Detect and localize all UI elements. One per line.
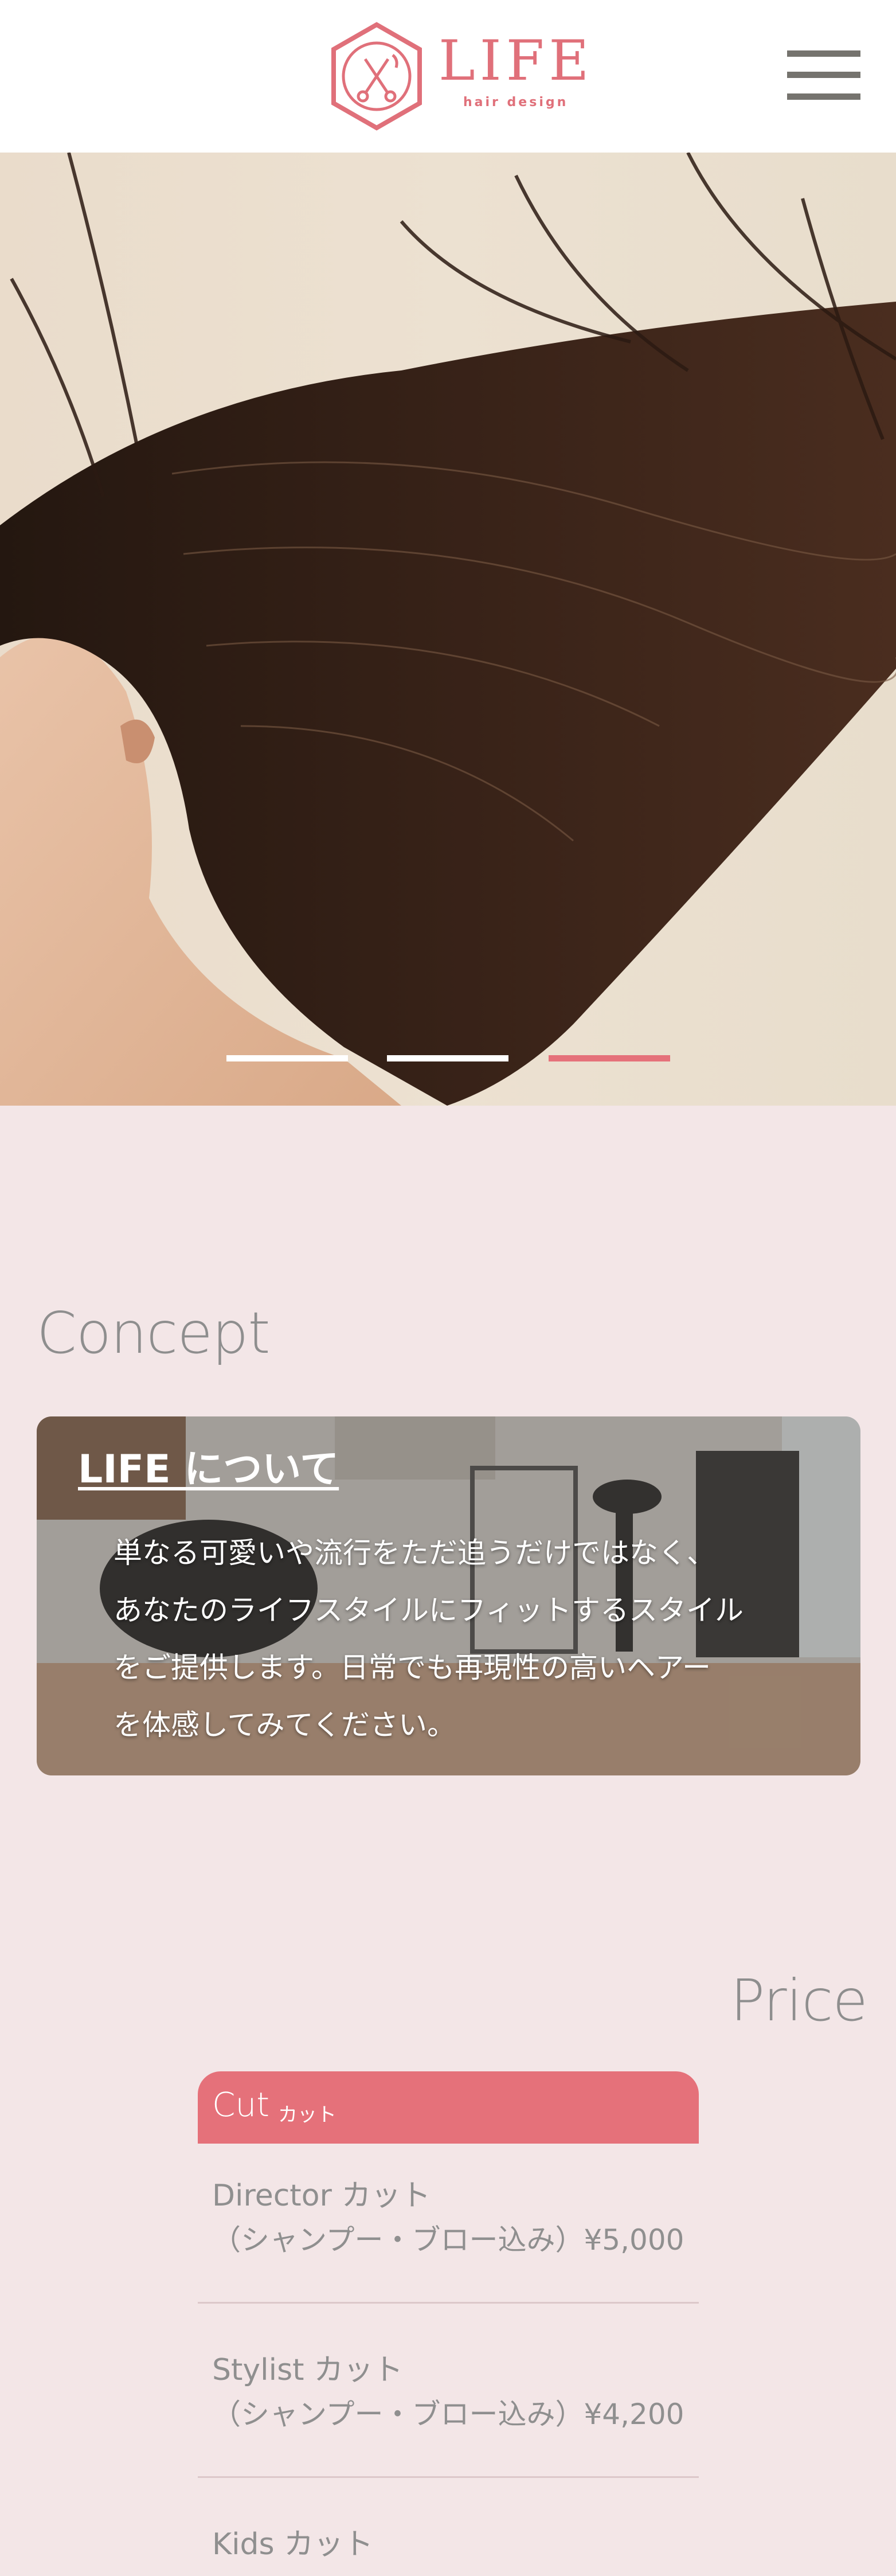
hamburger-menu-button[interactable] <box>787 50 860 100</box>
logo-text[interactable]: LIFE <box>439 33 593 88</box>
hero-image-woman-flowing-hair <box>0 153 896 1106</box>
price-item-name: Kids カット <box>212 2527 374 2562</box>
price-section-title: Price <box>730 1967 868 2034</box>
menu-bar-icon <box>787 72 860 78</box>
menu-bar-icon <box>787 50 860 57</box>
divider <box>198 2476 699 2478</box>
price-item: Stylist カット （シャンプー・ブロー込み）¥4,200 <box>198 2345 699 2460</box>
price-category-name: Cut <box>212 2085 269 2124</box>
price-item-detail: （シャンプー・ブロー込み）¥4,200 <box>212 2398 684 2431</box>
concept-text-line: 単なる可愛いや流行をただ追うだけではなく、 <box>114 1536 715 1570</box>
concept-section-title: Concept <box>37 1299 271 1367</box>
price-category-name-jp: カット <box>278 2103 337 2126</box>
menu-bar-icon <box>787 93 860 100</box>
concept-text-line: あなたのライフスタイルにフィットするスタイル <box>114 1594 744 1627</box>
price-item-detail: （シャンプー・ブロー込み）¥5,000 <box>212 2223 684 2257</box>
slider-dot-1[interactable] <box>226 1055 348 1061</box>
price-item-name: Director カット <box>212 2179 431 2213</box>
slider-dot-3[interactable] <box>549 1055 670 1061</box>
logo-hexagon-scissors-icon[interactable] <box>325 22 428 131</box>
slider-dot-2[interactable] <box>387 1055 508 1061</box>
concept-text-line: をご提供します。日常でも再現性の高いヘアー <box>114 1651 711 1684</box>
concept-text-line: を体感してみてください。 <box>114 1708 456 1742</box>
site-header: LIFE hair design <box>0 0 896 153</box>
price-category-cut: Cut カット <box>198 2071 699 2144</box>
price-item: Kids カット <box>198 2520 699 2576</box>
logo-subtitle: hair design <box>463 95 569 110</box>
price-item: Director カット （シャンプー・ブロー込み）¥5,000 <box>198 2171 699 2286</box>
concept-heading: LIFE について <box>78 1447 339 1492</box>
hero-slider <box>0 153 896 1106</box>
price-item-name: Stylist カット <box>212 2353 404 2387</box>
divider <box>198 2302 699 2304</box>
